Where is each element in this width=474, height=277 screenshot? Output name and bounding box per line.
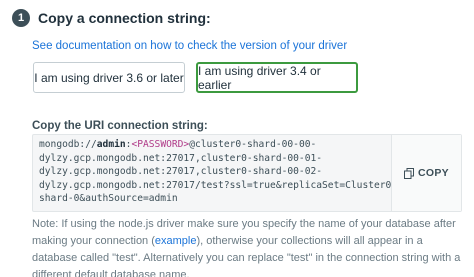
code-line-1-rest: @cluster0-shard-00-00- bbox=[189, 139, 317, 150]
code-username: admin bbox=[96, 139, 126, 150]
copy-button[interactable]: COPY bbox=[391, 135, 461, 211]
nodejs-note: Note: If using the node.js driver make s… bbox=[32, 216, 468, 277]
step-title: Copy a connection string: bbox=[38, 10, 211, 26]
code-password-placeholder: <PASSWORD> bbox=[131, 139, 190, 150]
code-line-4: dylzy.gcp.mongodb.net:27017/test?ssl=tru… bbox=[39, 179, 391, 191]
code-line-2: dylzy.gcp.mongodb.net:27017,cluster0-sha… bbox=[39, 152, 323, 164]
copy-button-label: COPY bbox=[418, 167, 449, 179]
driver-version-doc-link[interactable]: See documentation on how to check the ve… bbox=[32, 40, 347, 52]
copy-icon bbox=[404, 167, 415, 179]
connection-string-box: mongodb://admin:<PASSWORD>@cluster0-shar… bbox=[32, 134, 462, 212]
uri-section-title: Copy the URI connection string: bbox=[32, 120, 208, 132]
code-line-3: dylzy.gcp.mongodb.net:27017,cluster0-sha… bbox=[39, 166, 323, 178]
code-line-5: shard-0&authSource=admin bbox=[39, 193, 178, 205]
code-prefix: mongodb:// bbox=[39, 139, 97, 150]
step-header: 1 Copy a connection string: bbox=[12, 9, 211, 27]
driver-3-6-option-button[interactable]: I am using driver 3.6 or later bbox=[33, 62, 185, 93]
connection-panel: 1 Copy a connection string: See document… bbox=[0, 0, 474, 277]
driver-3-4-option-button[interactable]: I am using driver 3.4 or earlier bbox=[196, 62, 358, 93]
step-number-badge: 1 bbox=[12, 9, 30, 27]
example-link[interactable]: example bbox=[155, 235, 197, 247]
connection-string-text[interactable]: mongodb://admin:<PASSWORD>@cluster0-shar… bbox=[33, 135, 391, 211]
